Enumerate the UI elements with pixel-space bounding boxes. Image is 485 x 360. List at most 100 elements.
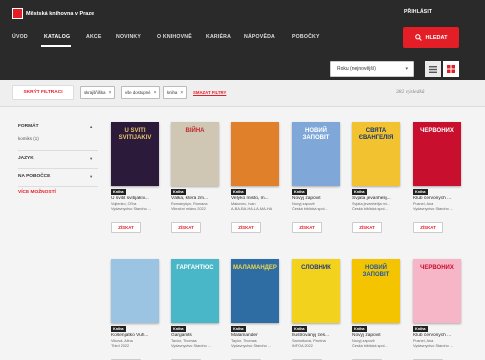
book-title[interactable]: Svjata jevanhelij... [352, 196, 404, 201]
divider [18, 168, 98, 169]
book-publisher: Vydavnyctvo Staroho ... [231, 344, 271, 348]
facet-format[interactable]: FORMÁT [18, 124, 39, 129]
close-icon[interactable]: × [154, 90, 157, 96]
nav-pobocky[interactable]: POBOČKY [292, 34, 320, 40]
active-nav-indicator [41, 45, 71, 47]
chevron-down-icon: ▾ [405, 66, 408, 72]
search-button[interactable]: HLEDAT [403, 27, 459, 48]
more-options-link[interactable]: VÍCE MOŽNOSTÍ [18, 190, 56, 195]
book-title[interactable]: U svitit svitíjakív... [111, 196, 163, 201]
facet-language[interactable]: JAZYK [18, 156, 34, 161]
book-publisher: Third 2022 [111, 344, 130, 348]
nav-novinky[interactable]: NOVINKY [116, 34, 141, 40]
book-cover[interactable]: U SVITI SVITIJAKIV [111, 122, 159, 186]
nav-kariera[interactable]: KARIÉRA [206, 34, 231, 40]
book-publisher: Vydavnyctvo Staroho ... [171, 344, 211, 348]
login-link[interactable]: PŘIHLÁSIT [404, 9, 432, 15]
book-publisher: Česká biblická spol... [352, 344, 388, 348]
nav-o-knihovne[interactable]: O KNIHOVNĚ [157, 34, 192, 40]
facet-value[interactable]: komiks (1) [18, 136, 39, 141]
book-publisher: Česká biblická spol... [292, 207, 328, 211]
book-author: Pusnel, Ana [413, 339, 434, 343]
book-author: Novyj zapovit [352, 339, 375, 343]
sort-select[interactable]: Roku (nejnovější) ▾ [330, 61, 414, 77]
book-author: Tavior, Thomas [171, 339, 197, 343]
book-author: Svjata jevanhelija mi... [352, 202, 390, 206]
get-book-button[interactable]: ZÍSKAT [413, 222, 443, 233]
chevron-up-icon[interactable]: ▴ [90, 124, 92, 130]
library-logo[interactable]: Městská knihovna v Praze [12, 8, 94, 19]
book-title[interactable]: Košenjatko Vuh... [111, 333, 163, 338]
main-nav: ÚVOD KATALOG AKCE NOVINKY O KNIHOVNĚ KAR… [0, 26, 485, 60]
book-title[interactable]: Velyko misto, m... [231, 196, 283, 201]
filter-chip-label: skrajšňíška [84, 90, 106, 95]
list-icon [429, 65, 437, 73]
book-author: Makovec, Ivan [231, 202, 256, 206]
book-cover[interactable] [111, 259, 159, 323]
book-cover-title: ЧЕРВОНИХ [420, 265, 454, 271]
format-badge: Kniha [231, 189, 246, 195]
nav-katalog[interactable]: KATALOG [44, 34, 70, 40]
chevron-down-icon[interactable]: ▾ [90, 174, 92, 180]
nav-akce[interactable]: AKCE [86, 34, 102, 40]
book-cover[interactable]: МАЛАМАНДЕР [231, 259, 279, 323]
book-cover-title: ЧЕРВОНИХ [420, 128, 454, 134]
get-book-button[interactable]: ZÍSKAT [352, 222, 382, 233]
book-cover-title: СЛОВНИК [301, 265, 331, 271]
book-publisher: Vydavnyctvo Staroho ... [413, 344, 453, 348]
close-icon[interactable]: × [109, 90, 112, 96]
results-count: 382 výsledků [396, 89, 425, 95]
divider [18, 150, 98, 151]
book-title[interactable]: Novyj zapovit [292, 196, 344, 201]
book-title[interactable]: Klub červonych ... [413, 196, 465, 201]
format-badge: Kniha [111, 189, 126, 195]
book-cover[interactable] [231, 122, 279, 186]
grid-view-button[interactable] [443, 61, 459, 77]
clear-filters-link[interactable]: SMAZAT FILTRY [193, 90, 226, 95]
book-author: Vojtenko, Ol'ha [111, 202, 137, 206]
chevron-down-icon[interactable]: ▾ [90, 156, 92, 162]
sort-select-value: Roku (nejnovější) [337, 66, 376, 72]
get-book-button[interactable]: ZÍSKAT [231, 222, 261, 233]
format-badge: Kniha [292, 326, 307, 332]
book-cover[interactable]: ГАРГАНТЮС [171, 259, 219, 323]
get-book-button[interactable]: ZÍSKAT [292, 222, 322, 233]
facet-branch[interactable]: NA POBOČCE [18, 174, 50, 179]
book-cover[interactable]: ВІЙНА [171, 122, 219, 186]
hide-filters-button[interactable]: SKRÝT FILTRACI [12, 85, 74, 100]
book-cover[interactable]: ЧЕРВОНИХ [413, 259, 461, 323]
format-badge: Kniha [413, 326, 428, 332]
book-cover-title: U SVITI SVITIJAKIV [118, 128, 152, 141]
book-cover[interactable]: СЛОВНИК [292, 259, 340, 323]
get-book-button[interactable]: ZÍSKAT [111, 222, 141, 233]
format-badge: Kniha [171, 189, 186, 195]
list-view-button[interactable] [425, 61, 441, 77]
format-badge: Kniha [292, 189, 307, 195]
book-title[interactable]: Malamander [231, 333, 283, 338]
format-badge: Kniha [352, 189, 367, 195]
book-cover[interactable]: СВЯТА ЄВАНГЕЛІЯ [352, 122, 400, 186]
filter-chip[interactable]: vše dostupné × [121, 86, 161, 99]
grid-icon [447, 65, 455, 73]
book-title[interactable]: Garganits [171, 333, 223, 338]
close-icon[interactable]: × [180, 90, 183, 96]
format-badge: Kniha [352, 326, 367, 332]
top-bar: Městská knihovna v Praze PŘIHLÁSIT [0, 0, 485, 26]
book-title[interactable]: Klub červonych ... [413, 333, 465, 338]
filter-chip[interactable]: kniha × [163, 86, 188, 99]
nav-uvod[interactable]: ÚVOD [12, 34, 28, 40]
nav-napoveda[interactable]: NÁPOVĚDA [244, 34, 275, 40]
book-title[interactable]: Válka, která zm... [171, 196, 223, 201]
format-badge: Kniha [231, 326, 246, 332]
book-title[interactable]: Ilustrovanyj čes... [292, 333, 344, 338]
filter-chip[interactable]: skrajšňíška × [80, 86, 116, 99]
book-cover-title: ВІЙНА [185, 128, 205, 134]
book-cover[interactable]: НОВИЙ ЗАПОВІТ [352, 259, 400, 323]
book-cover[interactable]: ЧЕРВОНИХ [413, 122, 461, 186]
get-book-button[interactable]: ZÍSKAT [171, 222, 201, 233]
book-publisher: Vydavnyctvo Staroho ... [111, 207, 151, 211]
book-cover[interactable]: НОВИЙ ЗАПОВІТ [292, 122, 340, 186]
book-author: Novyj zapovit [292, 202, 315, 206]
book-title[interactable]: Novyj zapovit [352, 333, 404, 338]
book-publisher: Česká biblická spol... [352, 207, 388, 211]
